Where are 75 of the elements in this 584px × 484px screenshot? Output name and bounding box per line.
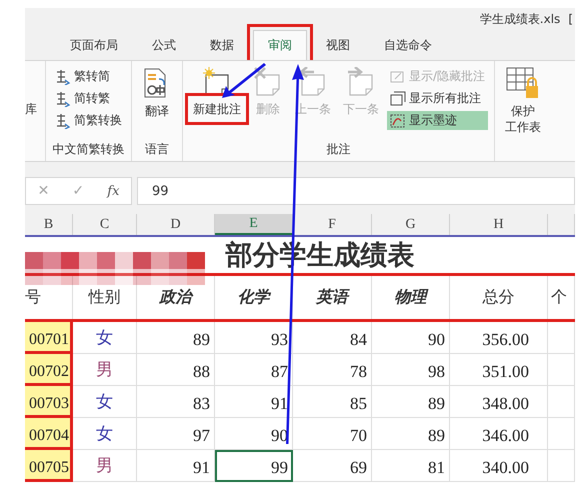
- column-header[interactable]: G: [372, 214, 450, 235]
- table-cell[interactable]: 89: [372, 418, 450, 450]
- table-cell: 女: [73, 418, 137, 450]
- formula-input[interactable]: 99: [137, 177, 575, 205]
- table-cell: 女: [73, 322, 137, 354]
- table-cell[interactable]: 84: [293, 322, 372, 354]
- table-cell[interactable]: 89: [137, 322, 215, 354]
- ribbon-tab[interactable]: 自选命令: [369, 30, 447, 60]
- ribbon-item[interactable]: 繁转简: [52, 67, 125, 86]
- column-header[interactable]: C: [73, 214, 137, 235]
- comment-toggle-icon: [390, 68, 406, 84]
- header-cell: 物理: [372, 276, 450, 319]
- table-cell[interactable]: 99: [215, 450, 293, 482]
- group-label: 批注: [326, 141, 352, 158]
- table-cell[interactable]: 85: [293, 386, 372, 418]
- ribbon-button[interactable]: 保护 工作表: [501, 65, 546, 141]
- table-cell[interactable]: 78: [293, 354, 372, 386]
- ribbon-item[interactable]: 简繁转换: [52, 111, 125, 130]
- window-title: [: [568, 12, 573, 26]
- header-cell: 个: [548, 276, 575, 319]
- ribbon-tab[interactable]: 数据: [195, 30, 249, 60]
- table-cell: 00704: [25, 418, 73, 450]
- group-label: 语言: [144, 141, 170, 158]
- header-cell: 政治: [137, 276, 215, 319]
- ribbon-tab[interactable]: 公式: [137, 30, 191, 60]
- table-cell[interactable]: 81: [372, 450, 450, 482]
- header-cell: 性别: [73, 276, 137, 319]
- table-cell[interactable]: 83: [137, 386, 215, 418]
- table-cell: 男: [73, 450, 137, 482]
- column-header[interactable]: H: [450, 214, 548, 235]
- empty-cell: [548, 322, 575, 354]
- table-cell: 346.00: [450, 418, 548, 450]
- lock-sheet-icon: [506, 67, 540, 99]
- window-title: 学生成绩表.xls: [480, 10, 560, 28]
- annotation-arrow: [222, 63, 266, 98]
- table-cell[interactable]: 89: [372, 386, 450, 418]
- all-comments-icon: [390, 90, 406, 106]
- table-cell: 男: [73, 354, 137, 386]
- table-cell[interactable]: 88: [137, 354, 215, 386]
- function-icon[interactable]: fx: [107, 184, 120, 198]
- column-header[interactable]: E: [215, 214, 293, 235]
- convert-icon: [55, 112, 71, 128]
- table-cell: 351.00: [450, 354, 548, 386]
- ribbon-button[interactable]: 翻译: [138, 65, 176, 141]
- convert-icon: [55, 68, 71, 84]
- table-cell: 00705: [25, 450, 73, 482]
- ribbon-tab[interactable]: 页面布局: [55, 30, 133, 60]
- table-cell: 340.00: [450, 450, 548, 482]
- empty-cell: [548, 450, 575, 482]
- table-cell: 356.00: [450, 322, 548, 354]
- table-cell[interactable]: 97: [137, 418, 215, 450]
- ribbon-option[interactable]: 显示墨迹: [387, 111, 488, 130]
- column-header[interactable]: B: [25, 214, 73, 235]
- ink-icon: [390, 112, 406, 128]
- table-cell[interactable]: 91: [137, 450, 215, 482]
- table-cell[interactable]: 98: [372, 354, 450, 386]
- table-cell[interactable]: 90: [372, 322, 450, 354]
- table-cell: 348.00: [450, 386, 548, 418]
- ribbon-item[interactable]: 简转繁: [52, 89, 125, 108]
- ribbon-option[interactable]: 显示所有批注: [387, 89, 488, 108]
- table-cell: 00702: [25, 354, 73, 386]
- table-cell: 女: [73, 386, 137, 418]
- table-cell[interactable]: 69: [293, 450, 372, 482]
- table-cell: 00703: [25, 386, 73, 418]
- empty-cell: [548, 354, 575, 386]
- group-label: 中文简繁转换: [52, 141, 125, 158]
- ribbon-label: 库: [25, 100, 37, 118]
- ribbon-tab[interactable]: 视图: [311, 30, 365, 60]
- header-cell: 号: [25, 276, 73, 319]
- empty-cell: [548, 386, 575, 418]
- empty-cell: [548, 418, 575, 450]
- table-cell: 00701: [25, 322, 73, 354]
- convert-icon: [55, 90, 71, 106]
- table-cell[interactable]: 70: [293, 418, 372, 450]
- header-cell: 总分: [450, 276, 548, 319]
